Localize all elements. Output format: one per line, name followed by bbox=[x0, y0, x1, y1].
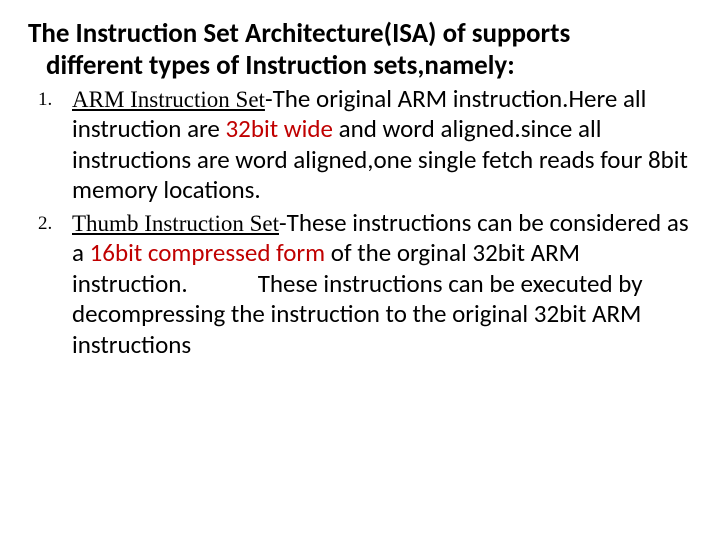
highlight-text: 32bit wide bbox=[226, 113, 333, 144]
slide: The Instruction Set Architecture(ISA) of… bbox=[0, 0, 720, 540]
set-name: Thumb Instruction Set bbox=[72, 211, 279, 236]
dash: - bbox=[279, 207, 287, 238]
highlight-text: 16bit compressed form bbox=[90, 237, 325, 268]
set-name: ARM Instruction Set bbox=[72, 87, 265, 112]
instruction-set-list: ARM Instruction Set-The original ARM ins… bbox=[28, 84, 692, 361]
slide-title: The Instruction Set Architecture(ISA) of… bbox=[28, 18, 692, 82]
title-line-2: different types of Instruction sets,name… bbox=[32, 50, 692, 82]
dash: - bbox=[265, 83, 273, 114]
list-item: Thumb Instruction Set-These instructions… bbox=[72, 208, 692, 361]
list-item: ARM Instruction Set-The original ARM ins… bbox=[72, 84, 692, 206]
title-line-1: The Instruction Set Architecture(ISA) of… bbox=[28, 17, 570, 50]
